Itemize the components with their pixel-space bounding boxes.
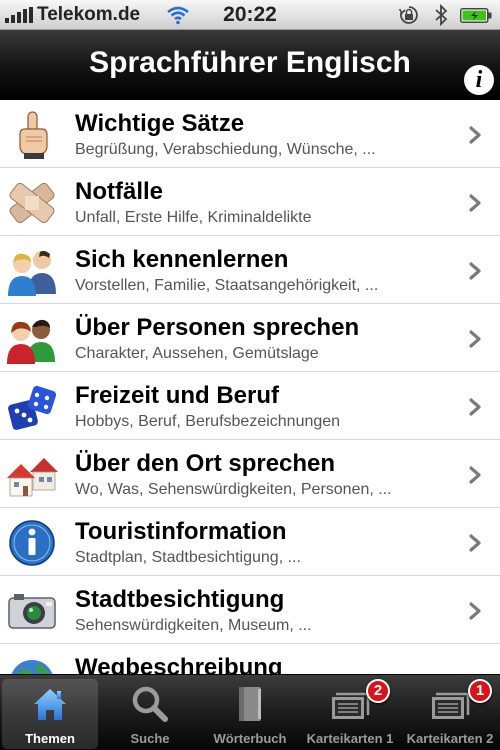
camera-icon bbox=[8, 594, 56, 629]
search-icon bbox=[132, 686, 168, 722]
list-item-title: Notfälle bbox=[75, 178, 164, 205]
list-item-subtitle: Unfall, Erste Hilfe, Kriminaldelikte bbox=[75, 209, 312, 226]
info-button[interactable]: i bbox=[464, 65, 494, 95]
chevron-right-icon bbox=[469, 330, 481, 348]
flashcards-icon bbox=[332, 692, 370, 719]
list-item-freizeit-beruf[interactable]: Freizeit und Beruf Hobbys, Beruf, Berufs… bbox=[0, 372, 500, 440]
list-item-title: Sich kennenlernen bbox=[75, 246, 289, 273]
bluetooth-icon bbox=[435, 3, 448, 27]
globe-icon bbox=[11, 660, 53, 674]
people-icon bbox=[8, 250, 56, 296]
chevron-right-icon bbox=[469, 126, 481, 144]
tab-karteikarten-1[interactable]: 2 Karteikarten 1 bbox=[302, 679, 398, 749]
navigation-bar: Sprachführer Englisch i bbox=[0, 30, 500, 100]
pointing-finger-icon bbox=[19, 111, 48, 159]
tab-label: Suche bbox=[130, 731, 170, 746]
list-item-subtitle: Stadtplan, Stadtbesichtigung, ... bbox=[75, 549, 301, 566]
list-item-wichtige-saetze[interactable]: Wichtige Sätze Begrüßung, Verabschiedung… bbox=[0, 100, 500, 168]
tab-woerterbuch[interactable]: Wörterbuch bbox=[202, 679, 298, 749]
clock: 20:22 bbox=[223, 3, 277, 26]
tab-label: Karteikarten 1 bbox=[306, 731, 394, 746]
persons-icon bbox=[7, 319, 55, 364]
list-item-wegbeschreibung[interactable]: Wegbeschreibung bbox=[0, 644, 500, 674]
badge-count: 1 bbox=[468, 679, 492, 703]
chevron-right-icon bbox=[469, 194, 481, 212]
home-icon bbox=[34, 689, 66, 720]
tab-suche[interactable]: Suche bbox=[102, 679, 198, 749]
list-item-title: Wegbeschreibung bbox=[75, 654, 283, 674]
list-item-subtitle: Vorstellen, Familie, Staatsangehörigkeit… bbox=[75, 277, 379, 294]
chevron-right-icon bbox=[469, 262, 481, 280]
chevron-right-icon bbox=[469, 398, 481, 416]
topic-list: Wichtige Sätze Begrüßung, Verabschiedung… bbox=[0, 100, 500, 674]
list-item-notfaelle[interactable]: Notfälle Unfall, Erste Hilfe, Kriminalde… bbox=[0, 168, 500, 236]
list-item-subtitle: Begrüßung, Verabschiedung, Wünsche, ... bbox=[75, 141, 376, 158]
list-item-title: Über Personen sprechen bbox=[75, 314, 360, 341]
list-item-ueber-den-ort[interactable]: Über den Ort sprechen Wo, Was, Sehenswür… bbox=[0, 440, 500, 508]
list-item-title: Wichtige Sätze bbox=[75, 110, 245, 137]
list-item-subtitle: Wo, Was, Sehenswürdigkeiten, Personen, .… bbox=[75, 481, 392, 498]
tab-bar: Themen Suche Wörterbuch 2 Karteikarten 1 bbox=[0, 674, 500, 750]
tab-karteikarten-2[interactable]: 1 Karteikarten 2 bbox=[402, 679, 498, 749]
status-bar: Telekom.de 20:22 bbox=[0, 0, 500, 30]
book-icon bbox=[239, 687, 261, 721]
page-title: Sprachführer Englisch bbox=[89, 46, 411, 79]
houses-icon bbox=[7, 458, 58, 497]
battery-icon bbox=[460, 8, 492, 23]
tab-themen[interactable]: Themen bbox=[2, 679, 98, 749]
rotation-lock-icon bbox=[398, 6, 418, 24]
list-item-title: Stadtbesichtigung bbox=[75, 586, 285, 613]
list-item-sich-kennenlernen[interactable]: Sich kennenlernen Vorstellen, Familie, S… bbox=[0, 236, 500, 304]
bandage-icon bbox=[9, 182, 55, 224]
list-item-subtitle: Charakter, Aussehen, Gemütslage bbox=[75, 345, 319, 362]
chevron-right-icon bbox=[469, 602, 481, 620]
info-icon bbox=[9, 520, 55, 566]
list-item-title: Über den Ort sprechen bbox=[75, 450, 336, 477]
dice-icon bbox=[8, 385, 57, 430]
list-item-ueber-personen[interactable]: Über Personen sprechen Charakter, Ausseh… bbox=[0, 304, 500, 372]
list-item-subtitle: Sehenswürdigkeiten, Museum, ... bbox=[75, 617, 312, 634]
tab-label: Karteikarten 2 bbox=[406, 731, 494, 746]
list-item-stadtbesichtigung[interactable]: Stadtbesichtigung Sehenswürdigkeiten, Mu… bbox=[0, 576, 500, 644]
chevron-right-icon bbox=[469, 534, 481, 552]
list-item-touristinformation[interactable]: Touristinformation Stadtplan, Stadtbesic… bbox=[0, 508, 500, 576]
flashcards-icon bbox=[432, 692, 470, 719]
badge-count: 2 bbox=[366, 679, 390, 703]
chevron-right-icon bbox=[469, 466, 481, 484]
list-item-title: Freizeit und Beruf bbox=[75, 382, 280, 409]
list-item-title: Touristinformation bbox=[75, 518, 287, 545]
tab-label: Wörterbuch bbox=[213, 731, 287, 746]
list-item-subtitle: Hobbys, Beruf, Berufsbezeichnungen bbox=[75, 413, 341, 430]
